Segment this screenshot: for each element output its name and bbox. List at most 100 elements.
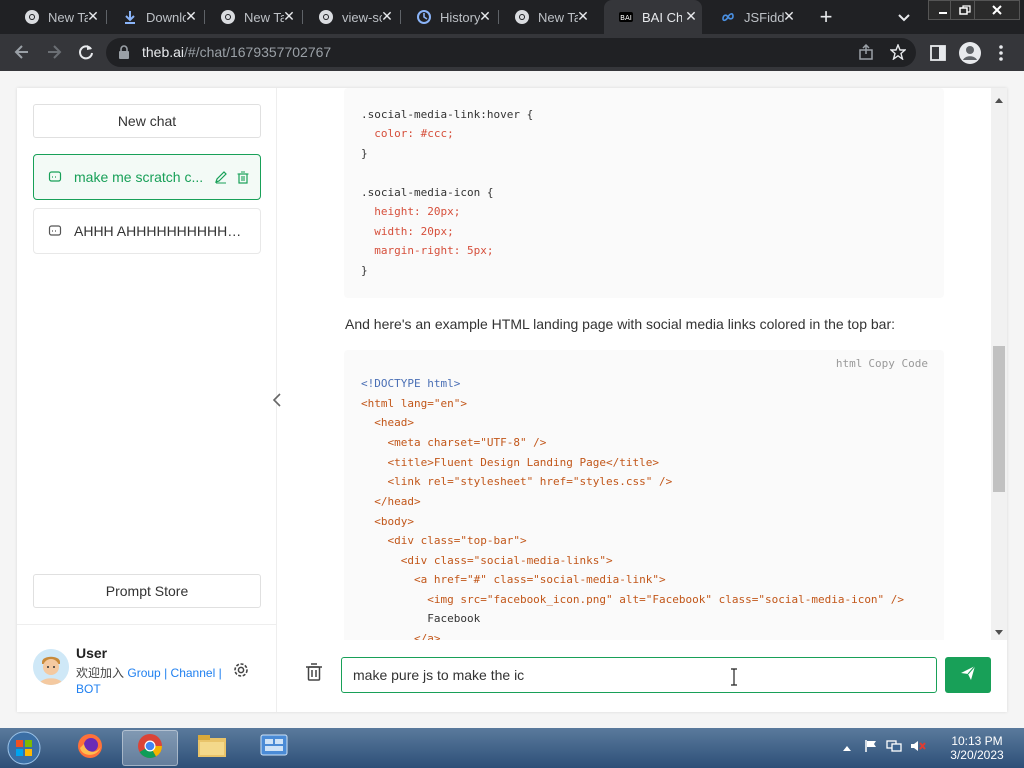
browser-tab[interactable]: History ✕ [398, 0, 496, 34]
code-block-html: html Copy Code <!DOCTYPE html> <html lang… [344, 350, 944, 640]
code-line: height: 20px; [361, 205, 461, 218]
close-icon[interactable]: ✕ [782, 9, 796, 23]
code-line: <div class="social-media-links"> [361, 554, 613, 567]
code-line: Facebook [361, 612, 481, 625]
menu-kebab-icon[interactable] [998, 44, 1004, 67]
chat-bubble-icon [48, 170, 62, 184]
chat-main: .social-media-link:hover { color: #ccc; … [277, 88, 1007, 712]
tab-title: New Tab [48, 9, 88, 25]
history-icon [416, 9, 432, 25]
scroll-down-arrow-icon[interactable] [994, 625, 1004, 635]
code-line: } [361, 264, 368, 277]
forward-button[interactable] [44, 42, 64, 62]
browser-tab[interactable]: Downloads ✕ [104, 0, 202, 34]
separator: | [218, 666, 222, 680]
chat-title: make me scratch c... [74, 169, 204, 185]
tab-title: New Tab [538, 9, 578, 25]
bookmark-star-icon[interactable] [889, 43, 907, 65]
code-line: <meta charset="UTF-8" /> [361, 436, 547, 449]
close-icon[interactable]: ✕ [184, 9, 198, 23]
scroll-up-arrow-icon[interactable] [994, 92, 1004, 103]
prompt-store-button[interactable]: Prompt Store [33, 574, 261, 608]
action-center-flag-icon[interactable] [864, 739, 878, 758]
new-chat-button[interactable]: New chat [33, 104, 261, 138]
tab-title: BAI Chat [642, 9, 682, 25]
code-line: margin-right: 5px; [361, 244, 494, 257]
system-clock[interactable]: 10:13 PM 3/20/2023 [946, 734, 1008, 762]
browser-tab[interactable]: New Tab ✕ [6, 0, 104, 34]
sidebar: New chat make me scratch c... AHHH AHHHH… [17, 88, 277, 712]
scrollbar-thumb[interactable] [993, 346, 1005, 492]
clear-chat-trash-icon[interactable] [305, 662, 323, 682]
show-hidden-icons-chevron-icon[interactable] [842, 739, 852, 757]
firefox-icon [76, 732, 104, 765]
delete-icon[interactable] [236, 170, 250, 184]
taskbar-chrome[interactable] [122, 730, 178, 766]
svg-text:BAI: BAI [620, 14, 632, 22]
chrome-icon [24, 9, 40, 25]
address-bar[interactable]: theb.ai/#/chat/1679357702767 [106, 38, 916, 67]
new-tab-button[interactable]: + [816, 6, 836, 28]
assistant-message-text: And here's an example HTML landing page … [345, 316, 896, 332]
chat-item-active[interactable]: make me scratch c... [33, 154, 261, 200]
message-input[interactable] [341, 657, 937, 693]
close-icon[interactable]: ✕ [380, 9, 394, 23]
taskbar-firefox[interactable] [62, 730, 118, 766]
close-icon[interactable]: ✕ [86, 9, 100, 23]
network-icon[interactable] [886, 739, 902, 758]
code-line: .social-media-link:hover { [361, 108, 534, 121]
chrome-icon [220, 9, 236, 25]
copy-code-button[interactable]: Copy Code [868, 357, 928, 370]
download-icon [122, 9, 138, 25]
code-block-header: html Copy Code [830, 357, 928, 370]
taskbar-control-panel[interactable] [246, 730, 302, 766]
chat-item[interactable]: AHHH AHHHHHHHHHHH... [33, 208, 261, 254]
browser-toolbar: theb.ai/#/chat/1679357702767 [0, 34, 1024, 71]
tab-title: New Tab [244, 9, 284, 25]
close-icon[interactable]: ✕ [684, 9, 698, 23]
side-panel-icon[interactable] [930, 45, 946, 66]
browser-tab[interactable]: JSFiddle ✕ [702, 0, 800, 34]
text-cursor-icon [730, 668, 738, 686]
message-composer [277, 640, 1007, 712]
volume-muted-icon[interactable] [910, 739, 926, 758]
settings-gear-icon[interactable] [232, 661, 250, 679]
tab-title: JSFiddle [744, 9, 784, 25]
page: New chat make me scratch c... AHHH AHHHH… [0, 71, 1024, 728]
taskbar-file-explorer[interactable] [184, 730, 240, 766]
edit-icon[interactable] [214, 170, 228, 184]
app-container: New chat make me scratch c... AHHH AHHHH… [17, 88, 1007, 712]
clock-time: 10:13 PM [951, 734, 1003, 748]
folder-icon [197, 733, 227, 764]
code-line: .social-media-icon { [361, 186, 494, 199]
close-icon[interactable]: ✕ [478, 9, 492, 23]
control-panel-icon [259, 733, 289, 764]
tab-search-icon[interactable] [896, 9, 912, 25]
system-tray [842, 739, 926, 758]
back-button[interactable] [12, 42, 32, 62]
profile-icon[interactable] [958, 41, 982, 70]
avatar[interactable] [33, 649, 69, 685]
bot-link[interactable]: BOT [76, 682, 101, 696]
chat-bubble-icon [48, 224, 62, 238]
share-icon[interactable] [858, 43, 874, 65]
browser-tab[interactable]: New Tab ✕ [496, 0, 594, 34]
browser-tab[interactable]: New Tab ✕ [202, 0, 300, 34]
windows-start-button[interactable] [4, 730, 44, 766]
browser-tab-active[interactable]: BAI BAI Chat ✕ [604, 0, 702, 34]
code-line: <body> [361, 515, 414, 528]
windows-taskbar: 10:13 PM 3/20/2023 [0, 728, 1024, 768]
close-icon[interactable]: ✕ [282, 9, 296, 23]
reload-button[interactable] [76, 42, 96, 62]
browser-tab[interactable]: view-source ✕ [300, 0, 398, 34]
send-paper-plane-icon [960, 665, 976, 686]
send-button[interactable] [945, 657, 991, 693]
chat-messages[interactable]: .social-media-link:hover { color: #ccc; … [277, 88, 1007, 640]
tab-title: History [440, 9, 480, 25]
channel-link[interactable]: Channel [171, 666, 216, 680]
close-icon[interactable]: ✕ [576, 9, 590, 23]
code-line: <html lang="en"> [361, 397, 467, 410]
close-window-button[interactable] [974, 0, 1020, 20]
chrome-icon [318, 9, 334, 25]
group-link[interactable]: Group [127, 666, 160, 680]
